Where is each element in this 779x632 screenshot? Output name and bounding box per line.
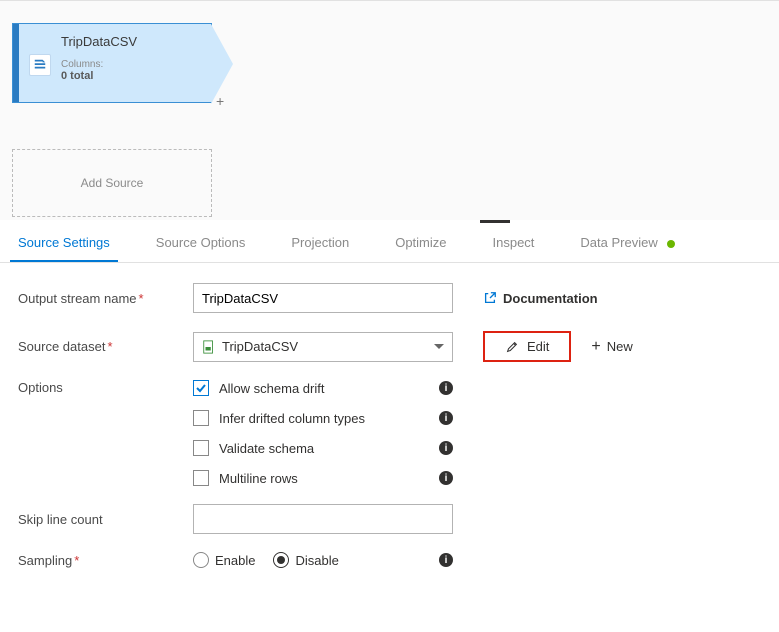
add-source-button[interactable]: Add Source [12, 149, 212, 217]
documentation-link[interactable]: Documentation [483, 291, 598, 306]
source-dataset-dropdown[interactable]: TripDataCSV [193, 332, 453, 362]
tab-inspect[interactable]: Inspect [485, 223, 543, 262]
tab-source-options[interactable]: Source Options [148, 223, 254, 262]
checkbox-multiline-rows[interactable] [193, 470, 209, 486]
info-icon[interactable]: i [439, 411, 453, 425]
radio-icon [193, 552, 209, 568]
chevron-down-icon [434, 344, 444, 349]
output-stream-input[interactable] [193, 283, 453, 313]
pencil-icon [505, 340, 519, 354]
label-skip-line-count: Skip line count [18, 512, 193, 527]
node-title: TripDataCSV [61, 34, 137, 49]
source-node-tripdatacsv[interactable]: TripDataCSV Columns: 0 total [12, 23, 212, 103]
label-options: Options [18, 380, 193, 395]
csv-file-icon [202, 340, 216, 354]
checkbox-allow-schema-drift[interactable] [193, 380, 209, 396]
status-dot-icon [667, 240, 675, 248]
checkbox-infer-drifted[interactable] [193, 410, 209, 426]
edit-button[interactable]: Edit [483, 331, 571, 362]
label-validate-schema: Validate schema [219, 441, 429, 456]
node-columns-count: 0 total [61, 70, 137, 82]
radio-icon [273, 552, 289, 568]
documentation-label: Documentation [503, 291, 598, 306]
dataset-icon [33, 58, 47, 72]
radio-disable-label: Disable [295, 553, 338, 568]
tab-optimize[interactable]: Optimize [387, 223, 454, 262]
tab-data-preview[interactable]: Data Preview [572, 223, 683, 262]
info-icon[interactable]: i [439, 441, 453, 455]
tab-projection[interactable]: Projection [283, 223, 357, 262]
plus-icon: + [591, 338, 600, 356]
label-infer-drifted: Infer drifted column types [219, 411, 429, 426]
radio-sampling-enable[interactable]: Enable [193, 552, 255, 568]
new-label: New [607, 339, 633, 354]
source-node-icon [29, 54, 51, 76]
info-icon[interactable]: i [439, 471, 453, 485]
checkbox-validate-schema[interactable] [193, 440, 209, 456]
add-source-label: Add Source [81, 176, 144, 190]
tab-source-settings[interactable]: Source Settings [10, 223, 118, 262]
label-multiline-rows: Multiline rows [219, 471, 429, 486]
tab-data-preview-label: Data Preview [580, 235, 657, 250]
info-icon[interactable]: i [439, 553, 453, 567]
info-icon[interactable]: i [439, 381, 453, 395]
radio-sampling-disable[interactable]: Disable [273, 552, 338, 568]
add-step-plus-icon[interactable]: + [216, 93, 224, 109]
tab-bar: Source Settings Source Options Projectio… [0, 220, 779, 263]
source-settings-form: Output stream name* Documentation Source… [0, 263, 779, 606]
node-columns-label: Columns: [61, 59, 137, 70]
source-dataset-value: TripDataCSV [222, 339, 298, 354]
label-output-stream: Output stream name* [18, 291, 193, 306]
external-link-icon [483, 291, 497, 305]
label-source-dataset: Source dataset* [18, 339, 193, 354]
edit-label: Edit [527, 339, 549, 354]
radio-enable-label: Enable [215, 553, 255, 568]
new-button[interactable]: + New [591, 338, 632, 356]
label-allow-schema-drift: Allow schema drift [219, 381, 429, 396]
skip-line-input[interactable] [193, 504, 453, 534]
label-sampling: Sampling* [18, 553, 193, 568]
dataflow-canvas[interactable]: TripDataCSV Columns: 0 total + Add Sourc… [0, 1, 779, 221]
